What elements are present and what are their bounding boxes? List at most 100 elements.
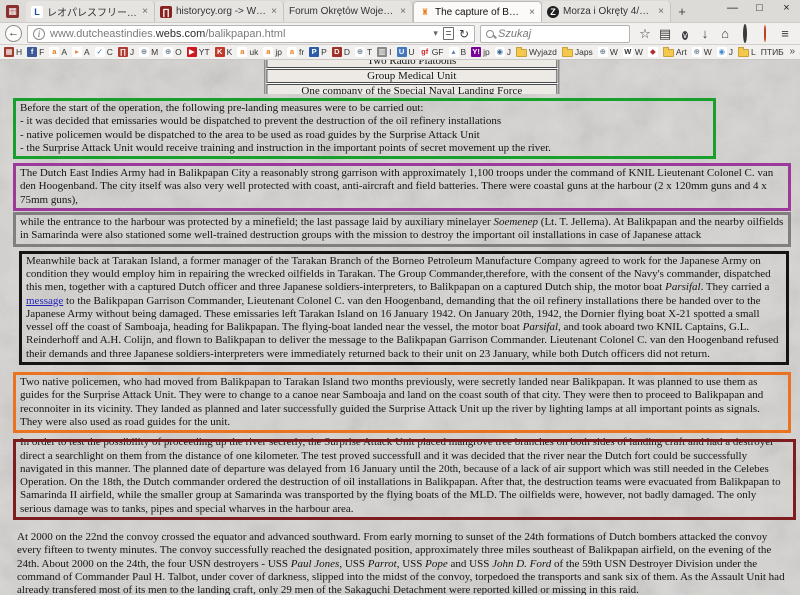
new-tab-button[interactable]: + [671,4,693,19]
search-bar[interactable] [480,25,630,43]
library-icon[interactable]: ▤ [655,26,675,42]
bookmark-item[interactable]: PP [309,47,327,57]
bookmark-item[interactable]: ▦H [4,47,22,57]
bookmark-label: O [175,47,182,57]
search-input[interactable] [498,28,624,40]
tab-title: Morza i Okręty 4/2016 - Z... [563,6,653,17]
bookmark-item[interactable]: aA [49,47,67,57]
menu-icon[interactable]: ≡ [775,26,795,41]
bookmark-item[interactable]: Wyjazd [516,47,557,57]
text-segment: and USS [448,558,492,570]
bookmark-item[interactable]: ▶YT [187,47,210,57]
close-window-button[interactable]: × [773,0,800,18]
bookmark-item[interactable]: Japs [562,47,593,57]
tab-title: The capture of Balikpapa... [435,7,524,18]
table-cell: One company of the Special Naval Landing… [266,84,557,94]
favicon: ⊕ [598,47,608,57]
bookmark-item[interactable]: ⊕W [692,47,712,57]
bookmark-item[interactable]: auk [237,47,258,57]
bookmark-item[interactable]: Y!jp [471,47,490,57]
chevron-down-icon[interactable]: ▾ [433,28,438,39]
bookmark-label: C [107,47,113,57]
pocket-icon[interactable]: ∨ [675,26,695,42]
text-segment: In order to test the possibility of proc… [20,436,781,514]
bookmark-label: L [751,47,756,57]
search-icon [486,30,494,38]
tab-close-icon[interactable]: × [141,6,149,17]
bookmark-item[interactable]: fF [27,47,44,57]
tab-close-icon[interactable]: × [270,6,278,17]
tab-close-icon[interactable]: × [657,6,665,17]
text-segment: Soemenep [493,216,538,228]
bookmark-item[interactable]: ▸A [72,47,90,57]
bookmark-item[interactable]: DD [332,47,350,57]
bookmark-item[interactable]: L [738,47,756,57]
home-icon[interactable]: ⌂ [715,26,735,41]
bookmarks-overflow-chevron[interactable]: » [786,45,798,59]
back-button[interactable]: ← [5,25,22,42]
tab-title: Forum Okrętów Wojennych +... [289,6,395,17]
bookmark-item[interactable]: UU [397,47,415,57]
url-bar[interactable]: i www.dutcheastindies.webs.com/balikpapa… [27,25,475,43]
favicon: P [309,47,319,57]
tab-5[interactable]: Z Morza i Okręty 4/2016 - Z... × [542,1,671,22]
bookmark-item[interactable]: ▥I [377,47,391,57]
page-info-icon[interactable]: i [33,28,45,40]
bookmark-item[interactable]: gfGF [420,47,444,57]
bookmark-item[interactable]: ∏J [118,47,134,57]
bookmark-label: D [344,47,350,57]
hello-icon[interactable] [735,26,755,41]
bookmark-label: T [367,47,372,57]
bookmark-item[interactable]: WW [623,47,643,57]
minimize-button[interactable]: — [719,0,746,18]
tab-1[interactable]: Lレオパレスフリージア(202...× [26,1,155,22]
text-segment: Meanwhile back at Tarakan Island, a form… [26,255,771,294]
bookmark-item[interactable]: ◉J [717,47,733,57]
text-segment: Parrot [368,558,397,570]
bookmark-item[interactable]: ⊕W [598,47,618,57]
text-segment: Parsifal [523,321,558,333]
bookmark-item[interactable]: ◆ [648,47,658,57]
bookmark-item[interactable]: afr [287,47,304,57]
bookmark-item[interactable]: ajp [263,47,282,57]
tab-3[interactable]: Forum Okrętów Wojennych +... × [284,1,413,22]
url-text[interactable]: www.dutcheastindies.webs.com/balikpapan.… [50,28,428,40]
orange-ball-glyph [764,25,766,42]
bookmark-item[interactable]: ▴B [449,47,467,57]
text-segment: , USS [339,558,367,570]
favicon: ◉ [717,47,727,57]
tab-close-icon[interactable]: × [528,7,536,18]
star-icon[interactable]: ☆ [635,26,655,42]
message-link[interactable]: message [26,295,63,307]
bookmark-label: W [635,47,643,57]
bookmark-label: J [507,47,511,57]
favicon: a [263,47,273,57]
refresh-icon[interactable]: ↻ [459,27,469,41]
favicon: gf [420,47,430,57]
bookmark-item[interactable]: KK [215,47,233,57]
text-segment: while the entrance to the harbour was pr… [20,216,493,228]
bookmark-item[interactable]: ⊕O [163,47,182,57]
bookmark-label: jp [483,47,490,57]
tab-close-icon[interactable]: × [399,6,407,17]
bookmark-label: jp [275,47,282,57]
bookmark-item[interactable]: Art [663,47,687,57]
bookmark-item[interactable]: ⊕M [139,47,158,57]
tab-4[interactable]: ♜The capture of Balikpapa...× [413,1,542,22]
bookmark-item[interactable]: ◉J [495,47,511,57]
favicon: a [237,47,247,57]
pinned-tab-icon[interactable]: ▦ [6,5,19,18]
favicon: a [49,47,59,57]
bookmark-item[interactable]: ⊕T [355,47,372,57]
favicon: ⊕ [355,47,365,57]
leopalace-favicon: L [31,6,43,18]
morza-favicon: Z [547,6,559,18]
download-icon[interactable]: ↓ [695,26,715,41]
reader-mode-icon[interactable] [443,27,454,40]
bookmark-label: Art [676,47,687,57]
maximize-button[interactable]: □ [746,0,773,18]
tab-2[interactable]: ∏historycy.org -> Wyjazd× [155,1,284,22]
addon-icon[interactable] [755,26,775,41]
bookmark-item[interactable]: ✓C [95,47,113,57]
favicon: Y! [471,47,481,57]
